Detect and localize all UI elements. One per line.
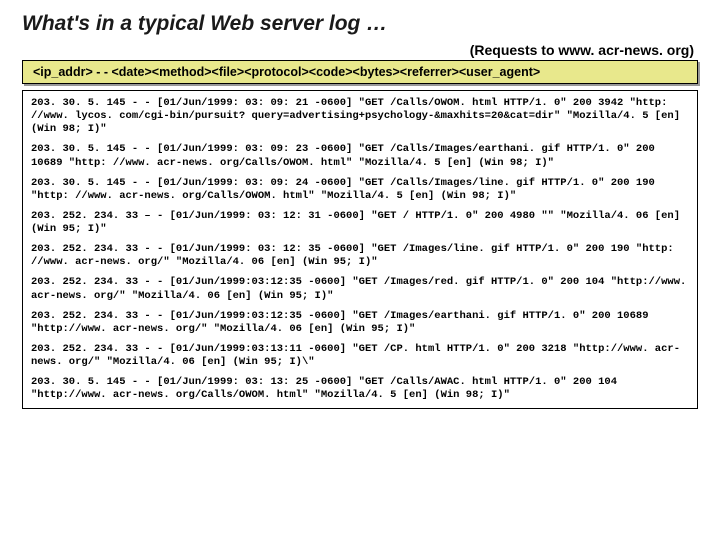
slide-container: What's in a typical Web server log … (Re…	[0, 0, 720, 409]
log-entry: 203. 30. 5. 145 - - [01/Jun/1999: 03: 09…	[31, 177, 689, 203]
log-entry: 203. 30. 5. 145 - - [01/Jun/1999: 03: 09…	[31, 97, 689, 136]
log-entries-box: 203. 30. 5. 145 - - [01/Jun/1999: 03: 09…	[22, 90, 698, 409]
slide-subtitle: (Requests to www. acr-news. org)	[22, 42, 698, 58]
log-entry: 203. 30. 5. 145 - - [01/Jun/1999: 03: 13…	[31, 376, 689, 402]
log-entry: 203. 252. 234. 33 – - [01/Jun/1999: 03: …	[31, 210, 689, 236]
slide-title: What's in a typical Web server log …	[22, 12, 698, 36]
log-entry: 203. 252. 234. 33 - - [01/Jun/1999:03:12…	[31, 276, 689, 302]
log-entry: 203. 252. 234. 33 - - [01/Jun/1999:03:12…	[31, 310, 689, 336]
log-entry: 203. 30. 5. 145 - - [01/Jun/1999: 03: 09…	[31, 143, 689, 169]
log-entry: 203. 252. 234. 33 - - [01/Jun/1999: 03: …	[31, 243, 689, 269]
log-format-line: <ip_addr> - - <date><method><file><proto…	[22, 60, 698, 84]
log-entry: 203. 252. 234. 33 - - [01/Jun/1999:03:13…	[31, 343, 689, 369]
